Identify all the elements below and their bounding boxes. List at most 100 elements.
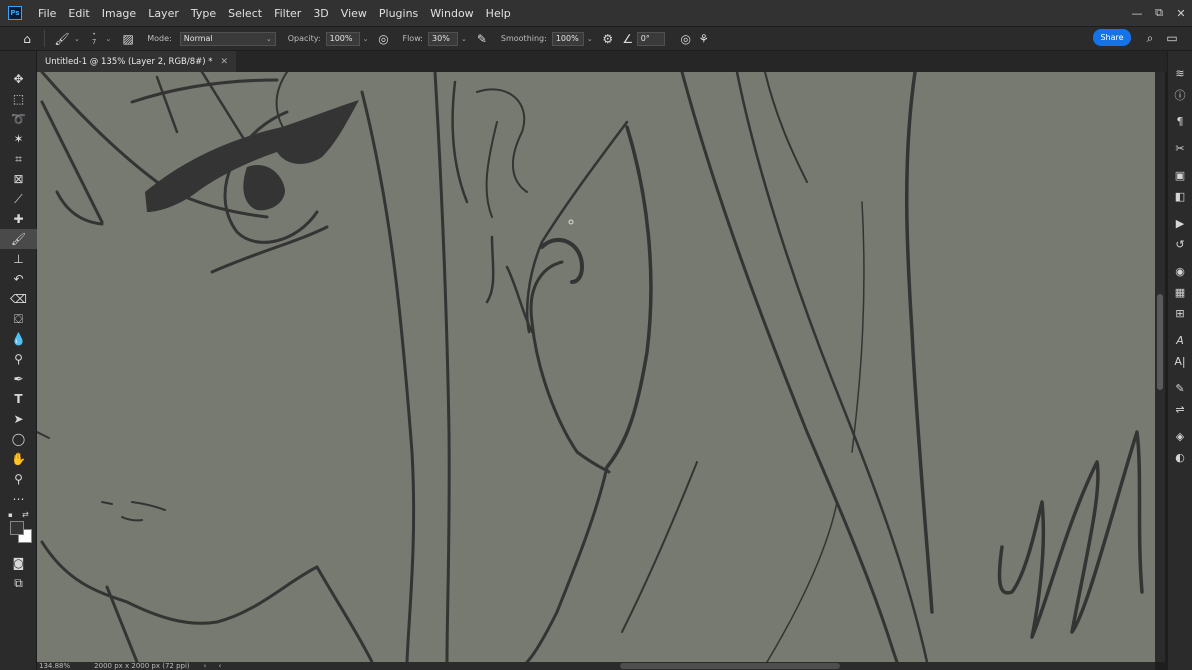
- chevron-down-icon[interactable]: ⌄: [105, 35, 111, 43]
- 3d-icon[interactable]: ◉: [1168, 261, 1192, 282]
- workspace-icon[interactable]: ▭: [1163, 29, 1181, 47]
- layers-icon[interactable]: ◈: [1168, 426, 1192, 447]
- menu-type[interactable]: Type: [185, 7, 222, 20]
- menu-select[interactable]: Select: [222, 7, 268, 20]
- swatches-icon[interactable]: ▣: [1168, 165, 1192, 186]
- ink-stroke: [525, 465, 609, 662]
- ink-stroke: [210, 225, 329, 274]
- tool-preset-picker[interactable]: 🖌 ⌄: [53, 30, 80, 48]
- close-icon[interactable]: ✕: [221, 57, 229, 67]
- glyphs-icon[interactable]: A|: [1168, 351, 1192, 372]
- blur-tool-icon[interactable]: 💧: [0, 329, 37, 349]
- screen-mode-icon[interactable]: ⧉: [0, 573, 37, 593]
- pen-tool-icon[interactable]: ✒: [0, 369, 37, 389]
- gradients-icon[interactable]: ◧: [1168, 186, 1192, 207]
- airbrush-icon[interactable]: ✎: [473, 30, 491, 48]
- menu-3d[interactable]: 3D: [307, 7, 334, 20]
- canvas[interactable]: [37, 72, 1155, 662]
- zoom-tool-icon[interactable]: ⚲: [0, 469, 37, 489]
- chevron-down-icon[interactable]: ⌄: [587, 35, 593, 43]
- brushes-icon[interactable]: ✎: [1168, 378, 1192, 399]
- angle-input[interactable]: 0°: [636, 31, 665, 46]
- brush-tool-icon[interactable]: 🖌: [0, 229, 37, 249]
- brush-settings-panel-icon[interactable]: ▨: [119, 30, 137, 48]
- search-icon[interactable]: ⌕: [1141, 29, 1159, 47]
- eyedropper-tool-icon[interactable]: ⟋: [0, 189, 37, 209]
- document-tab[interactable]: Untitled-1 @ 135% (Layer 2, RGB/8#) * ✕: [37, 51, 237, 72]
- window-controls: — ⧉ ✕: [1126, 0, 1192, 26]
- smoothing-group: Smoothing: 100% ⌄: [500, 31, 593, 46]
- ink-stroke: [451, 80, 469, 204]
- marquee-tool-icon[interactable]: ⬚: [0, 89, 37, 109]
- quick-mask-icon[interactable]: ◙: [0, 553, 37, 573]
- type-tool-icon[interactable]: T: [0, 389, 37, 409]
- timeline-icon[interactable]: ⊞: [1168, 303, 1192, 324]
- properties-icon[interactable]: ⇌: [1168, 399, 1192, 420]
- path-selection-tool-icon[interactable]: ➤: [0, 409, 37, 429]
- minimize-button[interactable]: —: [1126, 7, 1148, 20]
- chevron-down-icon[interactable]: ⌄: [363, 35, 369, 43]
- menu-filter[interactable]: Filter: [268, 7, 307, 20]
- restore-button[interactable]: ⧉: [1148, 6, 1170, 20]
- history-icon[interactable]: ↺: [1168, 234, 1192, 255]
- menu-layer[interactable]: Layer: [142, 7, 185, 20]
- scrollbar-thumb[interactable]: [1157, 294, 1163, 390]
- adjustments-icon[interactable]: ≋: [1168, 63, 1192, 84]
- chevron-down-icon[interactable]: ⌄: [461, 35, 467, 43]
- pressure-opacity-icon[interactable]: ◎: [374, 30, 392, 48]
- info-icon[interactable]: ⓘ: [1168, 84, 1192, 105]
- hand-tool-icon[interactable]: ✋: [0, 449, 37, 469]
- frame-tool-icon[interactable]: ⊠: [0, 169, 37, 189]
- share-button[interactable]: Share: [1093, 29, 1131, 46]
- symmetry-butterfly-icon[interactable]: ⚘: [695, 30, 713, 48]
- eraser-tool-icon[interactable]: ⌫: [0, 289, 37, 309]
- menu-file[interactable]: File: [32, 7, 62, 20]
- healing-brush-tool-icon[interactable]: ✚: [0, 209, 37, 229]
- smoothing-label: Smoothing:: [500, 34, 547, 43]
- menu-view[interactable]: View: [335, 7, 373, 20]
- document-tab-bar: Untitled-1 @ 135% (Layer 2, RGB/8#) * ✕: [37, 51, 1167, 72]
- close-button[interactable]: ✕: [1170, 7, 1192, 20]
- photoshop-logo[interactable]: Ps: [8, 6, 22, 20]
- history-brush-tool-icon[interactable]: ↶: [0, 269, 37, 289]
- character-icon[interactable]: A: [1168, 330, 1192, 351]
- clone-stamp-tool-icon[interactable]: ⊥: [0, 249, 37, 269]
- magic-wand-tool-icon[interactable]: ✶: [0, 129, 37, 149]
- ink-stroke: [130, 78, 279, 104]
- gear-icon[interactable]: ⚙: [599, 30, 617, 48]
- chevron-right-icon[interactable]: ›: [204, 662, 207, 670]
- menu-window[interactable]: Window: [424, 7, 479, 20]
- brush-preset-picker[interactable]: • 7: [92, 31, 96, 46]
- smoothing-input[interactable]: 100%: [551, 31, 584, 46]
- actions-icon[interactable]: ▶: [1168, 213, 1192, 234]
- brush-settings-icon[interactable]: ✂: [1168, 138, 1192, 159]
- crop-tool-icon[interactable]: ⌗: [0, 149, 37, 169]
- menu-edit[interactable]: Edit: [62, 7, 95, 20]
- opacity-input[interactable]: 100%: [325, 31, 360, 46]
- ellipse-tool-icon[interactable]: ◯: [0, 429, 37, 449]
- paragraph-icon[interactable]: ¶: [1168, 111, 1192, 132]
- horizontal-scrollbar-thumb[interactable]: [620, 663, 840, 669]
- default-colors-icon[interactable]: ▪: [8, 511, 13, 519]
- flow-input[interactable]: 30%: [428, 31, 459, 46]
- more-tools-icon[interactable]: ⋯: [0, 489, 37, 509]
- ink-stroke: [764, 72, 808, 183]
- move-tool-icon[interactable]: ✥: [0, 69, 37, 89]
- paint-bucket-tool-icon[interactable]: ⛋: [0, 309, 37, 329]
- right-panel-dock: ≋ ⓘ ¶ ✂ ▣ ◧ ▶ ↺ ◉ ▦ ⊞ A A| ✎ ⇌ ◈ ◐: [1167, 51, 1192, 670]
- pressure-size-icon[interactable]: ◎: [677, 30, 695, 48]
- mode-select[interactable]: Normal ⌄: [179, 31, 276, 46]
- menu-plugins[interactable]: Plugins: [373, 7, 424, 20]
- channels-icon[interactable]: ▦: [1168, 282, 1192, 303]
- dodge-tool-icon[interactable]: ⚲: [0, 349, 37, 369]
- menu-image[interactable]: Image: [96, 7, 142, 20]
- color-icon[interactable]: ◐: [1168, 447, 1192, 468]
- vertical-scrollbar[interactable]: [1155, 72, 1165, 662]
- chevron-left-icon[interactable]: ‹: [218, 662, 221, 670]
- lasso-tool-icon[interactable]: ➰: [0, 109, 37, 129]
- menu-help[interactable]: Help: [480, 7, 517, 20]
- home-icon[interactable]: ⌂: [18, 30, 36, 48]
- foreground-color-swatch[interactable]: [10, 521, 24, 535]
- zoom-level[interactable]: 134.88%: [39, 662, 70, 670]
- swap-colors-icon[interactable]: ⇄: [22, 510, 29, 519]
